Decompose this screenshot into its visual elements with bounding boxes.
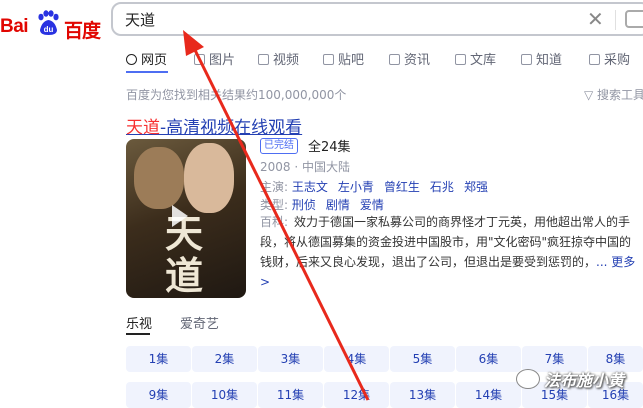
watermark: 法布施小黄 xyxy=(510,365,638,393)
episode-button[interactable]: 10集 xyxy=(192,382,257,408)
tab-web[interactable]: 网页 xyxy=(126,49,167,68)
genre-row: 类型: 刑侦 剧情 爱情 xyxy=(260,196,394,213)
wechat-icon xyxy=(516,369,540,389)
platform-tab-indicator xyxy=(126,333,150,335)
cast-label: 主演: xyxy=(260,180,289,194)
tab-label: 采购 xyxy=(604,53,631,68)
tab-news[interactable]: 资讯 xyxy=(389,49,430,68)
cart-icon xyxy=(589,54,600,65)
search-tools-button[interactable]: ▽ 搜索工具 xyxy=(584,86,643,103)
logo-paw-text: du xyxy=(44,25,54,34)
search-tools-label: 搜索工具 xyxy=(597,88,643,102)
tieba-icon xyxy=(323,54,334,65)
episode-button[interactable]: 13集 xyxy=(390,382,455,408)
tab-label: 视频 xyxy=(273,53,300,68)
tab-video[interactable]: 视频 xyxy=(258,49,299,68)
clear-icon[interactable]: ✕ xyxy=(587,8,604,30)
search-tabs: 网页 图片 视频 贴吧 资讯 文库 知道 采购 xyxy=(126,49,643,69)
search-box: ✕ xyxy=(111,2,643,36)
tab-caigou[interactable]: 采购 xyxy=(589,49,630,68)
watermark-text: 法布施小黄 xyxy=(544,371,625,390)
doc-icon xyxy=(455,54,466,65)
poster-actor-male xyxy=(134,147,184,209)
tab-label: 图片 xyxy=(209,53,236,68)
desc-label: 百科: xyxy=(260,215,289,229)
search-separator xyxy=(615,10,616,30)
baidu-logo[interactable]: Bai du 百度 xyxy=(0,8,101,42)
search-input[interactable] xyxy=(125,9,565,29)
tab-label: 网页 xyxy=(141,53,168,68)
tab-tieba[interactable]: 贴吧 xyxy=(323,49,364,68)
platform-tab-letv[interactable]: 乐视 xyxy=(126,313,152,332)
search-icon xyxy=(126,54,137,65)
genre-link[interactable]: 刑侦 xyxy=(292,198,316,212)
video-icon xyxy=(258,54,269,65)
episode-button[interactable]: 12集 xyxy=(324,382,389,408)
filter-icon: ▽ xyxy=(584,88,598,102)
cast-link[interactable]: 郑强 xyxy=(464,180,488,194)
play-icon[interactable] xyxy=(172,205,188,227)
poster-actor-female xyxy=(184,143,234,213)
desc-text: 效力于德国一家私募公司的商界怪才丁元英，用他超出常人的手段，将从德国募集的资金投… xyxy=(260,215,632,269)
year-region: 2008 · 中国大陆 xyxy=(260,160,350,174)
episode-button[interactable]: 2集 xyxy=(192,346,257,372)
episode-button[interactable]: 5集 xyxy=(390,346,455,372)
cast-link[interactable]: 石兆 xyxy=(430,180,454,194)
logo-text-bai: Bai xyxy=(0,16,29,37)
platform-tab-iqiyi[interactable]: 爱奇艺 xyxy=(180,313,219,332)
tab-wenku[interactable]: 文库 xyxy=(455,49,496,68)
question-icon xyxy=(521,54,532,65)
tab-images[interactable]: 图片 xyxy=(194,49,235,68)
genre-link[interactable]: 剧情 xyxy=(326,198,350,212)
result-title-link[interactable]: 天道-高清视频在线观看 xyxy=(126,113,302,138)
genre-link[interactable]: 爱情 xyxy=(360,198,384,212)
episode-button[interactable]: 11集 xyxy=(258,382,323,408)
tab-label: 资讯 xyxy=(404,53,431,68)
tab-label: 贴吧 xyxy=(338,53,365,68)
camera-icon[interactable] xyxy=(625,10,643,28)
baidu-paw-icon: du xyxy=(38,10,59,35)
tab-label: 知道 xyxy=(536,53,563,68)
title-highlight: 天道 xyxy=(126,118,160,138)
episode-button[interactable]: 9集 xyxy=(126,382,191,408)
description: 百科: 效力于德国一家私募公司的商界怪才丁元英，用他超出常人的手段，将从德国募集的… xyxy=(260,212,640,292)
episode-count: 全24集 xyxy=(308,140,351,155)
cast-link[interactable]: 王志文 xyxy=(292,180,328,194)
genre-label: 类型: xyxy=(260,198,289,212)
episode-button[interactable]: 1集 xyxy=(126,346,191,372)
video-poster[interactable]: 天道 xyxy=(126,139,246,298)
title-rest: -高清视频在线观看 xyxy=(160,118,303,138)
cast-link[interactable]: 左小青 xyxy=(338,180,374,194)
news-icon xyxy=(389,54,400,65)
status-badge: 已完结 xyxy=(260,138,298,154)
tab-zhidao[interactable]: 知道 xyxy=(521,49,562,68)
cast-link[interactable]: 曾红生 xyxy=(384,180,420,194)
result-count: 百度为您找到相关结果约100,000,000个 xyxy=(126,88,347,102)
episode-button[interactable]: 4集 xyxy=(324,346,389,372)
cast-row: 主演: 王志文 左小青 曾红生 石兆 郑强 xyxy=(260,178,498,195)
active-tab-indicator xyxy=(126,71,168,73)
logo-text-baidu: 百度 xyxy=(64,20,101,42)
episode-button[interactable]: 3集 xyxy=(258,346,323,372)
image-icon xyxy=(194,54,205,65)
tab-label: 文库 xyxy=(470,53,497,68)
